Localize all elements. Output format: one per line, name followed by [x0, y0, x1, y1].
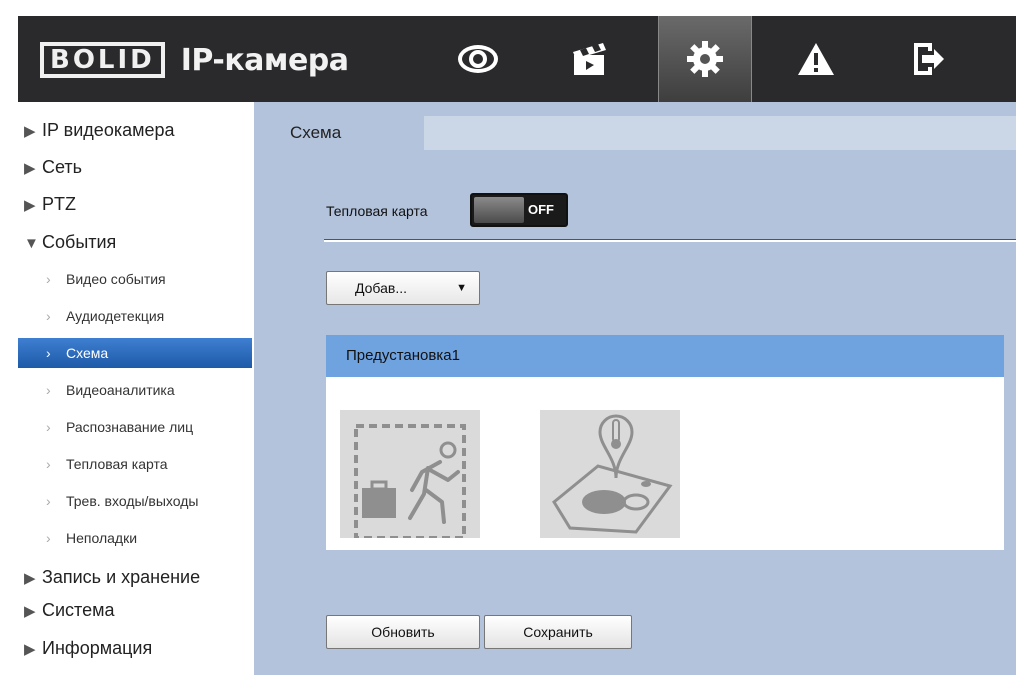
sidebar-item-label: Информация	[42, 638, 153, 658]
caret-right-icon: ▶	[24, 123, 36, 140]
tab-bar: Схема	[254, 116, 1016, 150]
sidebar-item-events[interactable]: ▼ События	[24, 226, 116, 258]
sidebar-item-recording-storage[interactable]: ▶ Запись и хранение	[24, 561, 200, 593]
sidebar-item-video-analytics[interactable]: › Видеоаналитика	[18, 375, 252, 405]
logo: BOLID IP-камера	[40, 30, 349, 90]
nav-settings[interactable]	[658, 16, 752, 102]
sidebar-item-label: Распознавание лиц	[66, 419, 194, 435]
toggle-knob	[474, 197, 524, 223]
sidebar-item-audio-detection[interactable]: › Аудиодетекция	[18, 301, 252, 331]
sidebar-item-label: Схема	[66, 345, 109, 361]
sidebar-item-alarm-io[interactable]: › Трев. входы/выходы	[18, 486, 252, 516]
logout-icon	[914, 43, 944, 75]
chevron-right-icon: ›	[46, 271, 51, 287]
chevron-right-icon: ›	[46, 530, 51, 546]
sidebar-item-face-recognition[interactable]: › Распознавание лиц	[18, 412, 252, 442]
sidebar-item-faults[interactable]: › Неполадки	[18, 523, 252, 553]
sidebar-item-label: Система	[42, 600, 115, 620]
top-header: BOLID IP-камера	[18, 16, 1016, 102]
nav-alarm[interactable]	[770, 16, 862, 102]
save-button[interactable]: Сохранить	[484, 615, 632, 649]
caret-right-icon: ▶	[24, 160, 36, 177]
refresh-button[interactable]: Обновить	[326, 615, 480, 649]
sidebar: ▶ IP видеокамера ▶ Сеть ▶ PTZ ▼ События › Вид…	[18, 102, 254, 675]
clapperboard-icon	[573, 43, 606, 75]
sidebar-item-network[interactable]: ▶ Сеть	[24, 151, 82, 183]
abandoned-object-icon	[354, 424, 466, 540]
sidebar-item-label: Сеть	[42, 157, 83, 177]
gear-icon	[687, 41, 723, 77]
divider	[324, 239, 1016, 242]
preset-panel: Предустановка1	[326, 335, 1004, 550]
sidebar-item-information[interactable]: ▶ Информация	[24, 632, 152, 664]
brand-text: BOLID	[40, 42, 165, 78]
sidebar-item-label: IP видеокамера	[42, 120, 175, 140]
chevron-right-icon: ›	[46, 308, 51, 324]
chevron-right-icon: ›	[46, 382, 51, 398]
app-title: IP-камера	[180, 42, 349, 78]
add-dropdown[interactable]: Добав... ▼	[326, 271, 480, 305]
sidebar-item-label: Видеоаналитика	[66, 382, 175, 398]
sidebar-item-label: Тепловая карта	[66, 456, 168, 472]
sidebar-item-label: События	[42, 232, 117, 252]
sidebar-item-video-events[interactable]: › Видео события	[18, 264, 252, 294]
caret-down-icon: ▼	[24, 235, 39, 252]
nav-playback[interactable]	[544, 16, 636, 102]
preset-title: Предустановка1	[326, 335, 1004, 377]
caret-right-icon: ▶	[24, 197, 36, 214]
bolid-logo: BOLID	[40, 42, 165, 78]
caret-down-icon: ▼	[456, 282, 467, 294]
heat-map-label: Тепловая карта	[326, 203, 428, 219]
sidebar-item-label: PTZ	[42, 194, 76, 214]
caret-right-icon: ▶	[24, 603, 36, 620]
nav-live-view[interactable]	[432, 16, 524, 102]
toggle-state: OFF	[528, 202, 554, 217]
caret-right-icon: ▶	[24, 641, 36, 658]
sidebar-item-label: Запись и хранение	[42, 567, 201, 587]
dropdown-value: Добав...	[355, 280, 408, 296]
chevron-right-icon: ›	[46, 493, 51, 509]
sidebar-item-scheme[interactable]: › Схема	[18, 338, 252, 368]
chevron-right-icon: ›	[46, 345, 51, 361]
eye-icon	[458, 45, 498, 73]
abandoned-object-tile[interactable]	[340, 410, 480, 540]
sidebar-item-label: Неполадки	[66, 530, 138, 546]
sidebar-item-label: Видео события	[66, 271, 166, 287]
sidebar-item-heat-map[interactable]: › Тепловая карта	[18, 449, 252, 479]
chevron-right-icon: ›	[46, 456, 51, 472]
warning-icon	[798, 43, 834, 75]
sidebar-item-label: Трев. входы/выходы	[66, 493, 199, 509]
main-content: Схема Тепловая карта OFF Добав... ▼ Пред…	[254, 102, 1016, 675]
sidebar-item-system[interactable]: ▶ Система	[24, 594, 115, 626]
sidebar-item-ip-camera[interactable]: ▶ IP видеокамера	[24, 114, 175, 146]
sidebar-item-label: Аудиодетекция	[66, 308, 165, 324]
heat-map-icon	[552, 414, 673, 534]
caret-right-icon: ▶	[24, 570, 36, 587]
nav-logout[interactable]	[882, 16, 974, 102]
heat-map-toggle[interactable]: OFF	[470, 193, 568, 227]
heat-map-tile[interactable]	[540, 410, 680, 538]
chevron-right-icon: ›	[46, 419, 51, 435]
tab-scheme[interactable]: Схема	[254, 116, 424, 150]
sidebar-item-ptz[interactable]: ▶ PTZ	[24, 188, 76, 220]
